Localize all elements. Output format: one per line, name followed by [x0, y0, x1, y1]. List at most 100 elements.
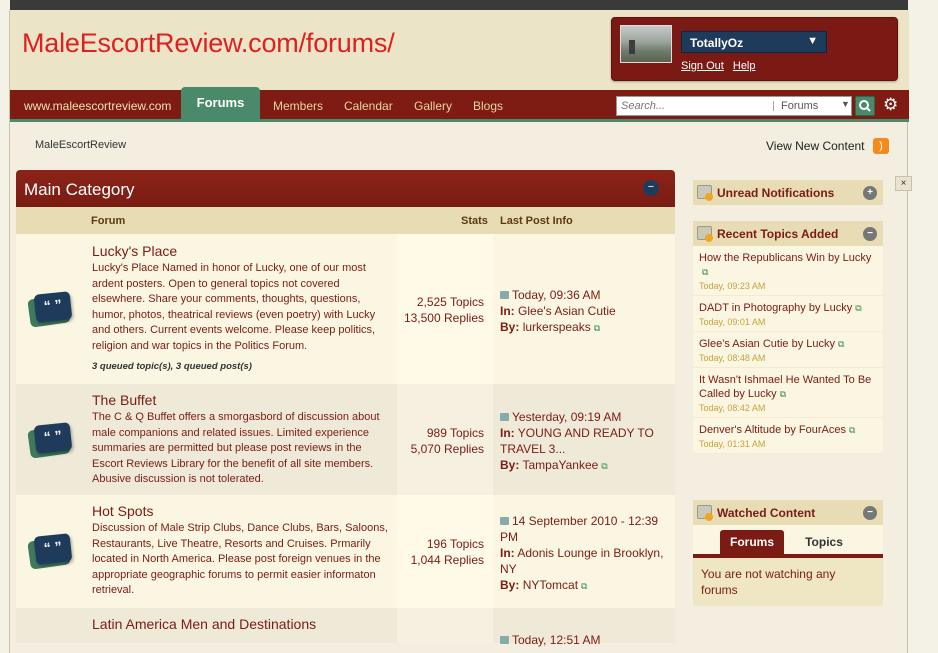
- external-link-icon[interactable]: ⧉: [855, 301, 861, 315]
- recent-topic-title[interactable]: Glee's Asian Cutie by Lucky: [699, 338, 835, 350]
- site-header: MaleEscortReview.com/forums/ TotallyOz ▼…: [10, 10, 909, 90]
- forum-row: “ ” The Buffet The C & Q Buffet offers a…: [16, 384, 675, 495]
- expand-icon[interactable]: +: [863, 186, 877, 200]
- tab-watched-topics[interactable]: Topics: [792, 530, 856, 554]
- in-label: In:: [500, 304, 515, 318]
- tab-watched-forums[interactable]: Forums: [720, 530, 784, 554]
- external-link-icon[interactable]: ⧉: [780, 387, 786, 401]
- watched-icon: [697, 505, 713, 521]
- in-label: In:: [500, 546, 515, 560]
- go-to-post-icon[interactable]: [500, 517, 509, 525]
- recent-topic-title[interactable]: Denver's Altitude by FourAces: [699, 424, 846, 436]
- recent-topic-time: Today, 08:48 AM: [699, 353, 766, 363]
- external-link-icon[interactable]: ⧉: [581, 578, 587, 594]
- avatar[interactable]: [620, 25, 672, 63]
- list-item: Denver's Altitude by FourAces ⧉ Today, 01…: [693, 418, 883, 454]
- external-link-icon[interactable]: ⧉: [594, 320, 600, 336]
- site-title[interactable]: MaleEscortReview.com/forums/: [22, 28, 395, 59]
- forum-icon-cell: “ ”: [16, 384, 91, 495]
- forum-info: Latin America Men and Destinations: [91, 608, 397, 643]
- search-icon: [859, 100, 871, 112]
- forum-title[interactable]: Hot Spots: [92, 503, 153, 519]
- search-input[interactable]: [617, 97, 772, 115]
- recent-topic-title[interactable]: DADT in Photography by Lucky: [699, 302, 852, 314]
- last-post-topic[interactable]: YOUNG AND READY TO TRAVEL 3...: [500, 426, 654, 456]
- last-post-info: Today, 12:51 AM: [493, 608, 675, 647]
- last-post-author[interactable]: NYTomcat: [523, 578, 578, 592]
- go-to-post-icon[interactable]: [500, 291, 509, 299]
- external-link-icon[interactable]: ⧉: [849, 423, 855, 437]
- recent-topic-title[interactable]: How the Republicans Win by Lucky: [699, 252, 871, 264]
- browser-top-strip: [10, 0, 908, 10]
- forum-row: “ ” Hot Spots Discussion of Male Strip C…: [16, 495, 675, 608]
- category-title[interactable]: Main Category: [24, 180, 135, 199]
- forum-read-icon[interactable]: “ ”: [27, 533, 73, 570]
- last-post-time: 14 September 2010 - 12:39 PM: [500, 514, 659, 544]
- forum-title[interactable]: The Buffet: [92, 392, 156, 408]
- col-forum: Forum: [91, 215, 126, 227]
- last-post-info: Today, 09:36 AM In: Glee's Asian Cutie B…: [493, 234, 675, 384]
- forum-title[interactable]: Lucky's Place: [92, 243, 177, 259]
- sign-out-link[interactable]: Sign Out: [681, 60, 724, 72]
- forum-read-icon[interactable]: “ ”: [27, 291, 73, 328]
- queued-notice[interactable]: 3 queued topic(s), 3 queued post(s): [92, 361, 252, 372]
- forum-read-icon[interactable]: “ ”: [27, 422, 73, 459]
- topics-icon: [697, 226, 713, 242]
- breadcrumb-bar: MaleEscortReview View New Content ): [10, 125, 909, 175]
- last-post-author[interactable]: lurkerspeaks: [523, 320, 591, 334]
- search-scope-select[interactable]: Forums: [781, 100, 818, 112]
- view-new-content-link[interactable]: View New Content: [766, 139, 865, 153]
- watched-content-header: Watched Content −: [693, 500, 883, 525]
- gear-icon[interactable]: ⚙: [883, 95, 898, 115]
- forum-info: The Buffet The C & Q Buffet offers a smo…: [91, 384, 397, 495]
- reply-count: 13,500 Replies: [403, 311, 484, 325]
- rss-icon[interactable]: ): [873, 138, 889, 154]
- help-link[interactable]: Help: [733, 60, 756, 72]
- forum-title[interactable]: Latin America Men and Destinations: [92, 616, 316, 632]
- last-post-author[interactable]: TampaYankee: [522, 458, 598, 472]
- user-panel: TotallyOz ▼ Sign Out Help: [611, 17, 898, 81]
- recent-topics-block: Recent Topics Added − How the Republican…: [693, 221, 883, 454]
- watched-content-block: Watched Content − Forums Topics You are …: [693, 500, 883, 606]
- forum-info: Lucky's Place Lucky's Place Named in hon…: [91, 234, 397, 384]
- main-category: Main Category − Forum Stats Last Post In…: [16, 170, 675, 647]
- list-item: DADT in Photography by Lucky ⧉ Today, 09:…: [693, 296, 883, 332]
- search-button[interactable]: [855, 96, 875, 116]
- unread-notifications-block: Unread Notifications +: [693, 180, 883, 205]
- collapse-icon[interactable]: −: [863, 506, 877, 520]
- go-to-post-icon[interactable]: [500, 636, 509, 644]
- go-to-post-icon[interactable]: [500, 413, 509, 421]
- tab-calendar[interactable]: Calendar: [344, 99, 393, 113]
- username: TotallyOz: [690, 36, 744, 50]
- unread-notifications-header: Unread Notifications +: [693, 180, 883, 205]
- col-last-post: Last Post Info: [500, 215, 573, 227]
- topic-count: 989 Topics: [426, 426, 484, 440]
- last-post-topic[interactable]: Glee's Asian Cutie: [518, 304, 616, 318]
- tab-forums[interactable]: Forums: [181, 87, 260, 122]
- last-post-topic[interactable]: Adonis Lounge in Brooklyn, NY: [500, 546, 663, 576]
- breadcrumb[interactable]: MaleEscortReview: [35, 139, 126, 151]
- nav-home-link[interactable]: www.maleescortreview.com: [24, 99, 171, 113]
- external-link-icon[interactable]: ⧉: [601, 458, 607, 474]
- forum-stats: 2,525 Topics 13,500 Replies: [397, 234, 493, 384]
- collapse-icon[interactable]: −: [643, 180, 659, 196]
- tab-blogs[interactable]: Blogs: [473, 99, 503, 113]
- external-link-icon[interactable]: ⧉: [838, 337, 844, 351]
- watched-empty-message: You are not watching any forums: [693, 558, 883, 606]
- close-icon[interactable]: ×: [895, 176, 912, 191]
- tab-gallery[interactable]: Gallery: [414, 99, 452, 113]
- tab-members[interactable]: Members: [273, 99, 323, 113]
- category-header: Main Category −: [16, 170, 675, 207]
- last-post-info: Yesterday, 09:19 AM In: YOUNG AND READY …: [493, 384, 675, 495]
- recent-topic-time: Today, 08:42 AM: [699, 403, 766, 413]
- reply-count: 5,070 Replies: [410, 442, 484, 456]
- watched-tabs: Forums Topics: [693, 525, 883, 554]
- collapse-icon[interactable]: −: [863, 227, 877, 241]
- forum-description: Discussion of Male Strip Clubs, Dance Cl…: [92, 522, 388, 596]
- search-divider: [773, 101, 774, 111]
- unread-notifications-title: Unread Notifications: [717, 186, 835, 200]
- user-menu-dropdown[interactable]: TotallyOz ▼: [681, 31, 827, 53]
- recent-topic-time: Today, 09:23 AM: [699, 281, 766, 291]
- forum-icon-cell: [16, 608, 91, 643]
- external-link-icon[interactable]: ⧉: [702, 265, 708, 279]
